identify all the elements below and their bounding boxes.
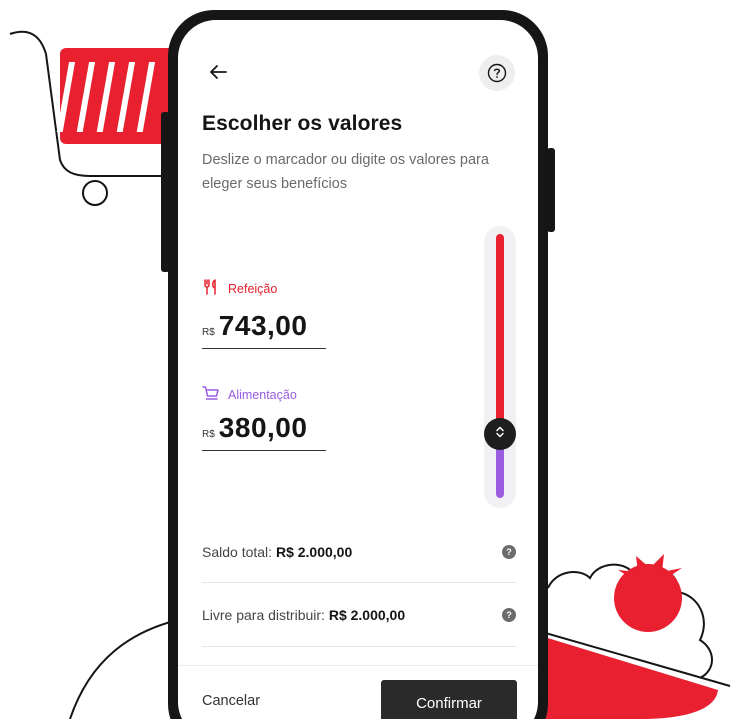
currency-symbol: R$ [202, 429, 215, 440]
livre-distribuir-label: Livre para distribuir: [202, 607, 325, 623]
livre-distribuir-row: Livre para distribuir: R$ 2.000,00 ? [202, 607, 516, 623]
divider [202, 646, 516, 647]
tomato-bowl-illustration [527, 554, 731, 719]
refeicao-label-text: Refeição [228, 281, 278, 296]
alimentacao-amount: 380,00 [218, 412, 308, 443]
shopping-cart-icon [202, 384, 220, 405]
benefit-split-slider[interactable] [484, 226, 516, 508]
phone-side-button-right [547, 148, 555, 232]
arrow-left-icon[interactable] [206, 60, 230, 84]
footer-divider [178, 665, 538, 666]
saldo-total-label: Saldo total: [202, 544, 273, 560]
livre-distribuir-text: Livre para distribuir: R$ 2.000,00 [202, 607, 405, 623]
divider [202, 582, 516, 583]
refeicao-label: Refeição [202, 278, 277, 299]
livre-distribuir-value: R$ 2.000,00 [328, 607, 406, 623]
alimentacao-label-text: Alimentação [228, 387, 297, 402]
currency-symbol: R$ [202, 327, 215, 338]
confirm-button[interactable]: Confirmar [381, 680, 517, 719]
alimentacao-amount-field[interactable]: R$ 380,00 [202, 412, 326, 451]
help-circle-icon[interactable] [479, 55, 515, 91]
refeicao-amount-field[interactable]: R$ 743,00 [202, 310, 326, 349]
info-icon[interactable]: ? [502, 545, 516, 559]
stage: Escolher os valores Deslize o marcador o… [0, 0, 732, 719]
slider-thumb[interactable] [484, 418, 516, 450]
saldo-total-value: R$ 2.000,00 [275, 544, 353, 560]
page-title: Escolher os valores [202, 112, 403, 135]
fork-knife-icon [202, 278, 220, 299]
refeicao-amount: 743,00 [218, 310, 308, 341]
alimentacao-label: Alimentação [202, 384, 297, 405]
phone-screen: Escolher os valores Deslize o marcador o… [178, 20, 538, 719]
info-icon[interactable]: ? [502, 608, 516, 622]
slider-track-refeicao [496, 234, 504, 434]
chevron-up-down-icon [493, 425, 507, 444]
saldo-total-text: Saldo total: R$ 2.000,00 [202, 544, 352, 560]
saldo-total-row: Saldo total: R$ 2.000,00 ? [202, 544, 516, 560]
page-subtitle: Deslize o marcador ou digite os valores … [202, 152, 489, 192]
cancel-button[interactable]: Cancelar [202, 693, 260, 709]
